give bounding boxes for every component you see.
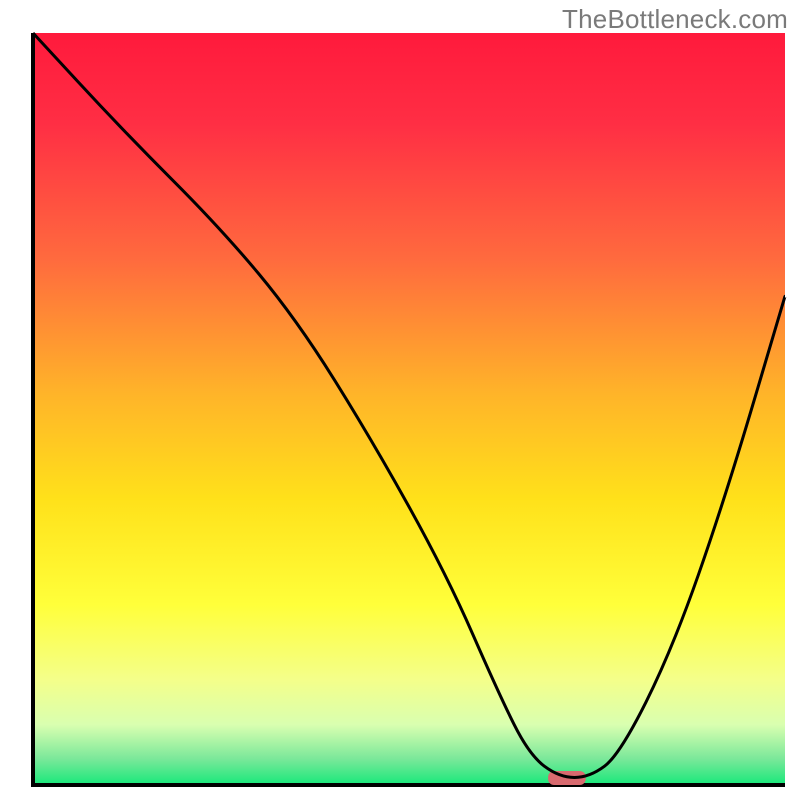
bottleneck-chart [0, 0, 800, 800]
chart-container: TheBottleneck.com [0, 0, 800, 800]
watermark-label: TheBottleneck.com [562, 4, 788, 35]
plot-background [33, 33, 785, 785]
